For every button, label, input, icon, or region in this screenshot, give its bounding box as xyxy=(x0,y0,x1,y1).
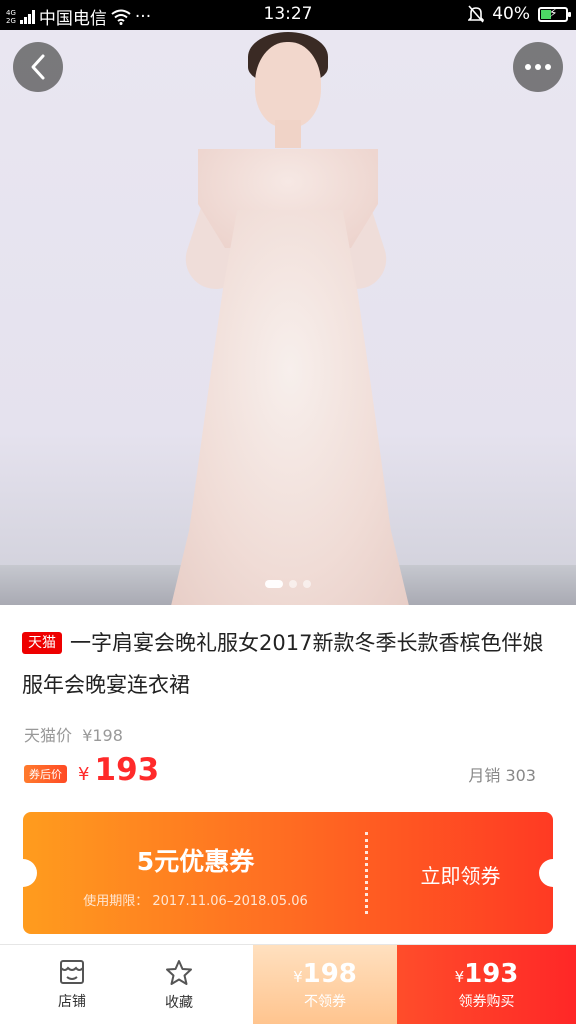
favorite-label: 收藏 xyxy=(165,994,193,1011)
image-model-head xyxy=(255,42,321,128)
coupon-card[interactable]: 5元优惠券 使用期限： 2017.11.06–2018.05.06 立即领券 xyxy=(23,812,553,934)
currency-symbol: ¥ xyxy=(78,764,90,785)
price-with-coupon-value: 193 xyxy=(464,959,519,989)
monthly-sales: 月销 303 xyxy=(468,766,536,785)
price-with-coupon: ¥193 xyxy=(455,959,519,989)
shop-button[interactable]: 店铺 xyxy=(18,945,126,1024)
tmall-badge: 天猫 xyxy=(22,632,62,654)
bottom-action-bar: 店铺 收藏 ¥198 不领券 ¥193 领券购买 xyxy=(0,944,576,1024)
more-icon xyxy=(525,64,551,70)
product-title: 一字肩宴会晚礼服女2017新款冬季长款香槟色伴娘服年会晚宴连衣裙 xyxy=(22,631,544,697)
price-with-coupon-currency: ¥ xyxy=(454,968,465,986)
price-no-coupon-value: 198 xyxy=(302,959,357,989)
status-right: 40% ⚡ xyxy=(468,4,571,24)
price-no-coupon-label: 不领券 xyxy=(304,994,346,1010)
original-price: ¥198 xyxy=(82,726,123,745)
original-price-label: 天猫价 xyxy=(24,726,73,745)
buy-with-coupon-button[interactable]: ¥193 领券购买 xyxy=(397,945,576,1024)
carousel-dot-active xyxy=(265,580,283,588)
battery-percent: 40% xyxy=(492,4,530,24)
coupon-amount: 5元优惠券 xyxy=(136,847,255,876)
coupon-validity-label: 使用期限： xyxy=(83,894,149,909)
product-title-block: 天猫 一字肩宴会晚礼服女2017新款冬季长款香槟色伴娘服年会晚宴连衣裙 xyxy=(22,622,558,706)
carousel-dot xyxy=(303,580,311,588)
final-price-value: 193 xyxy=(94,752,160,788)
back-button[interactable] xyxy=(13,42,63,92)
charging-icon: ⚡ xyxy=(549,5,558,20)
back-icon xyxy=(31,54,45,80)
star-icon xyxy=(166,959,192,985)
image-model-neck xyxy=(275,120,301,148)
shop-label: 店铺 xyxy=(58,994,86,1010)
claim-coupon-button[interactable]: 立即领券 xyxy=(368,860,553,889)
status-bar: 4G 2G 中国电信 ··· 13:27 40% ⚡ xyxy=(0,0,576,30)
price-no-coupon: ¥198 xyxy=(293,959,357,989)
coupon-validity-dates: 2017.11.06–2018.05.06 xyxy=(152,894,308,909)
shop-icon xyxy=(60,960,84,984)
final-price: ¥ 193 xyxy=(78,752,159,788)
after-coupon-badge: 券后价 xyxy=(24,765,67,783)
carousel-dot xyxy=(289,580,297,588)
more-button[interactable] xyxy=(513,42,563,92)
product-image[interactable] xyxy=(0,30,576,605)
buy-without-coupon-button[interactable]: ¥198 不领券 xyxy=(253,945,397,1024)
original-price-row: 天猫价 ¥198 xyxy=(24,722,123,746)
coupon-validity: 使用期限： 2017.11.06–2018.05.06 xyxy=(23,890,368,909)
price-with-coupon-label: 领券购买 xyxy=(458,994,515,1010)
favorite-button[interactable]: 收藏 xyxy=(125,945,233,1024)
mute-icon xyxy=(468,5,485,23)
carousel-indicator xyxy=(0,580,576,588)
price-no-coupon-currency: ¥ xyxy=(293,968,303,986)
battery-icon: ⚡ xyxy=(538,5,571,22)
